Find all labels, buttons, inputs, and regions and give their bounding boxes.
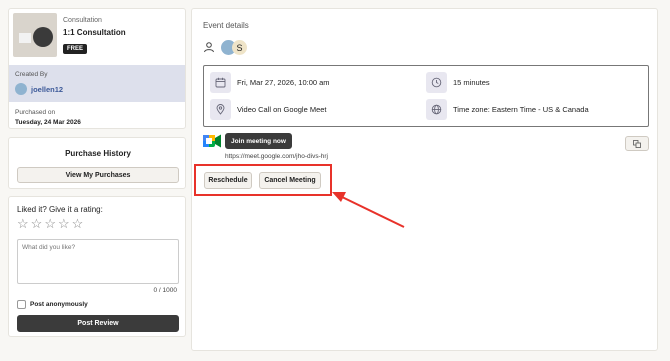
product-thumbnail — [13, 13, 57, 57]
event-timezone: Time zone: Eastern Time - US & Canada — [453, 105, 589, 114]
rating-prompt: Liked it? Give it a rating: — [17, 205, 103, 214]
host-avatar: S — [232, 40, 247, 55]
annotation-highlight-box — [194, 164, 332, 196]
globe-icon — [426, 99, 447, 120]
meeting-url[interactable]: https://meet.google.com/jho-divs-hrj — [225, 153, 328, 160]
star-icon[interactable]: ☆ — [58, 217, 70, 230]
purchased-on-date: Tuesday, 24 Mar 2026 — [15, 119, 81, 126]
star-icon[interactable]: ☆ — [72, 217, 84, 230]
product-title: 1:1 Consultation — [63, 28, 126, 37]
calendar-icon — [210, 72, 231, 93]
event-details-title: Event details — [203, 21, 249, 30]
rating-stars: ☆ ☆ ☆ ☆ ☆ — [17, 217, 83, 230]
star-icon[interactable]: ☆ — [31, 217, 43, 230]
creator-username[interactable]: joellen12 — [31, 85, 63, 94]
purchase-history-title: Purchase History — [65, 149, 131, 158]
avatar — [15, 83, 27, 95]
copy-icon — [633, 139, 641, 148]
product-card: Consultation 1:1 Consultation FREE Creat… — [8, 8, 186, 129]
purchase-history-card: Purchase History View My Purchases — [8, 137, 186, 189]
copy-link-button[interactable] — [625, 136, 649, 151]
join-meeting-button[interactable]: Join meeting now — [225, 133, 292, 149]
anonymous-checkbox[interactable] — [17, 300, 26, 309]
star-icon[interactable]: ☆ — [44, 217, 56, 230]
google-meet-icon — [203, 134, 221, 148]
event-location: Video Call on Google Meet — [237, 105, 327, 114]
review-textarea[interactable] — [17, 239, 179, 284]
user-icon — [203, 41, 215, 53]
event-datetime: Fri, Mar 27, 2026, 10:00 am — [237, 78, 330, 87]
event-duration: 15 minutes — [453, 78, 490, 87]
purchased-on-label: Purchased on — [15, 109, 56, 116]
created-by-label: Created By — [15, 71, 48, 78]
anonymous-label: Post anonymously — [30, 301, 88, 308]
location-pin-icon — [210, 99, 231, 120]
creator-panel: Created By joellen12 — [9, 65, 185, 102]
star-icon[interactable]: ☆ — [17, 217, 29, 230]
price-badge: FREE — [63, 44, 88, 54]
char-count: 0 / 1000 — [153, 287, 178, 294]
clock-icon — [426, 72, 447, 93]
event-info-box: Fri, Mar 27, 2026, 10:00 am 15 minutes V… — [203, 65, 649, 127]
annotation-arrow — [332, 192, 405, 228]
view-purchases-button[interactable]: View My Purchases — [17, 167, 179, 183]
product-category: Consultation — [63, 17, 102, 24]
rating-card: Liked it? Give it a rating: ☆ ☆ ☆ ☆ ☆ 0 … — [8, 196, 186, 337]
post-review-button[interactable]: Post Review — [17, 315, 179, 332]
